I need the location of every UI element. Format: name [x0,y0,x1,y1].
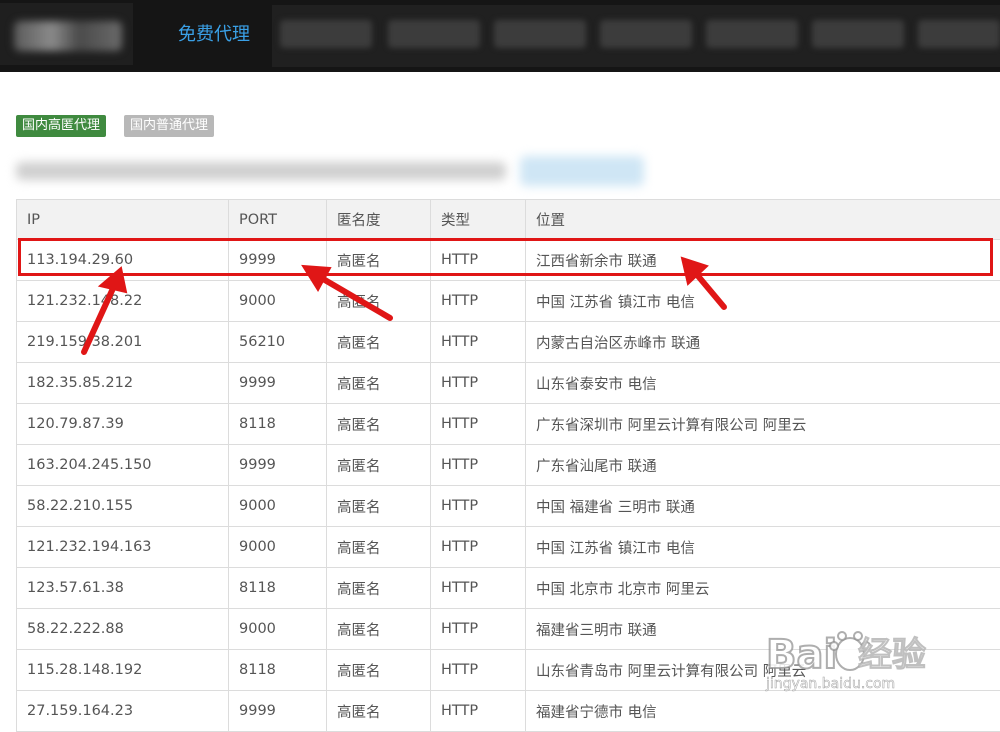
table-row: 121.232.148.22 9000 高匿名 HTTP 中国 江苏省 镇江市 … [17,281,1000,322]
header-port: PORT [229,200,327,240]
cell-ip: 123.57.61.38 [17,568,229,609]
watermark-brand-cn: 经验 [858,627,926,676]
cell-port: 9999 [229,691,327,732]
info-text-blurred [16,162,506,180]
cell-port: 9000 [229,281,327,322]
cell-anonymity: 高匿名 [327,609,431,650]
cell-ip: 121.232.194.163 [17,527,229,568]
cell-anonymity: 高匿名 [327,650,431,691]
cell-anonymity: 高匿名 [327,322,431,363]
cell-port: 9999 [229,445,327,486]
cell-port: 9000 [229,486,327,527]
cell-location: 中国 江苏省 镇江市 电信 [526,527,1000,568]
cell-type: HTTP [431,486,526,527]
cell-type: HTTP [431,527,526,568]
header-ip: IP [17,200,229,240]
tag-normal-proxy[interactable]: 国内普通代理 [124,115,214,137]
cell-ip: 182.35.85.212 [17,363,229,404]
nav-item-blurred-3[interactable] [494,20,586,48]
cell-anonymity: 高匿名 [327,281,431,322]
cell-location: 中国 北京市 北京市 阿里云 [526,568,1000,609]
table-row: 219.159.38.201 56210 高匿名 HTTP 内蒙古自治区赤峰市 … [17,322,1000,363]
nav-item-blurred-4[interactable] [600,20,692,48]
table-row: 120.79.87.39 8118 高匿名 HTTP 广东省深圳市 阿里云计算有… [17,404,1000,445]
watermark-url: jingyan.baidu.com [766,676,895,692]
cell-port: 9000 [229,609,327,650]
cell-type: HTTP [431,650,526,691]
logo-blurred-image [14,21,122,51]
header-location: 位置 [526,200,1000,240]
site-logo[interactable] [0,3,133,65]
table-header-row: IP PORT 匿名度 类型 位置 [17,200,1000,240]
cell-type: HTTP [431,404,526,445]
cell-location: 广东省汕尾市 联通 [526,445,1000,486]
header-type: 类型 [431,200,526,240]
cell-location: 山东省泰安市 电信 [526,363,1000,404]
highlight-box [18,238,993,276]
cell-type: HTTP [431,322,526,363]
cell-anonymity: 高匿名 [327,568,431,609]
table-row: 121.232.194.163 9000 高匿名 HTTP 中国 江苏省 镇江市… [17,527,1000,568]
cell-port: 56210 [229,322,327,363]
cell-port: 9999 [229,363,327,404]
nav-item-blurred-7[interactable] [918,20,1000,48]
cell-port: 8118 [229,568,327,609]
header-anonymity: 匿名度 [327,200,431,240]
cell-type: HTTP [431,363,526,404]
cell-port: 9000 [229,527,327,568]
cell-ip: 27.159.164.23 [17,691,229,732]
cell-anonymity: 高匿名 [327,445,431,486]
table-row: 163.204.245.150 9999 高匿名 HTTP 广东省汕尾市 联通 [17,445,1000,486]
cell-ip: 120.79.87.39 [17,404,229,445]
cell-anonymity: 高匿名 [327,691,431,732]
cell-ip: 121.232.148.22 [17,281,229,322]
cell-anonymity: 高匿名 [327,404,431,445]
info-button-blurred[interactable] [520,156,644,186]
nav-item-blurred-6[interactable] [812,20,904,48]
cell-port: 8118 [229,404,327,445]
cell-ip: 58.22.222.88 [17,609,229,650]
cell-anonymity: 高匿名 [327,527,431,568]
top-nav-bar: 免费代理 [0,0,1000,72]
cell-ip: 58.22.210.155 [17,486,229,527]
table-row: 123.57.61.38 8118 高匿名 HTTP 中国 北京市 北京市 阿里… [17,568,1000,609]
cell-type: HTTP [431,445,526,486]
cell-type: HTTP [431,568,526,609]
cell-type: HTTP [431,281,526,322]
table-row: 58.22.210.155 9000 高匿名 HTTP 中国 福建省 三明市 联… [17,486,1000,527]
svg-text:Bai: Bai [766,632,837,678]
cell-type: HTTP [431,609,526,650]
nav-item-free-proxy[interactable]: 免费代理 [178,22,250,48]
table-row: 182.35.85.212 9999 高匿名 HTTP 山东省泰安市 电信 [17,363,1000,404]
cell-ip: 219.159.38.201 [17,322,229,363]
cell-location: 中国 江苏省 镇江市 电信 [526,281,1000,322]
cell-location: 中国 福建省 三明市 联通 [526,486,1000,527]
cell-anonymity: 高匿名 [327,363,431,404]
cell-location: 广东省深圳市 阿里云计算有限公司 阿里云 [526,404,1000,445]
nav-item-blurred-5[interactable] [706,20,798,48]
nav-item-blurred-1[interactable] [280,20,372,48]
cell-anonymity: 高匿名 [327,486,431,527]
cell-port: 8118 [229,650,327,691]
cell-ip: 163.204.245.150 [17,445,229,486]
cell-type: HTTP [431,691,526,732]
tag-high-anonymous-proxy[interactable]: 国内高匿代理 [16,115,106,137]
cell-location: 内蒙古自治区赤峰市 联通 [526,322,1000,363]
cell-ip: 115.28.148.192 [17,650,229,691]
nav-item-blurred-2[interactable] [388,20,480,48]
